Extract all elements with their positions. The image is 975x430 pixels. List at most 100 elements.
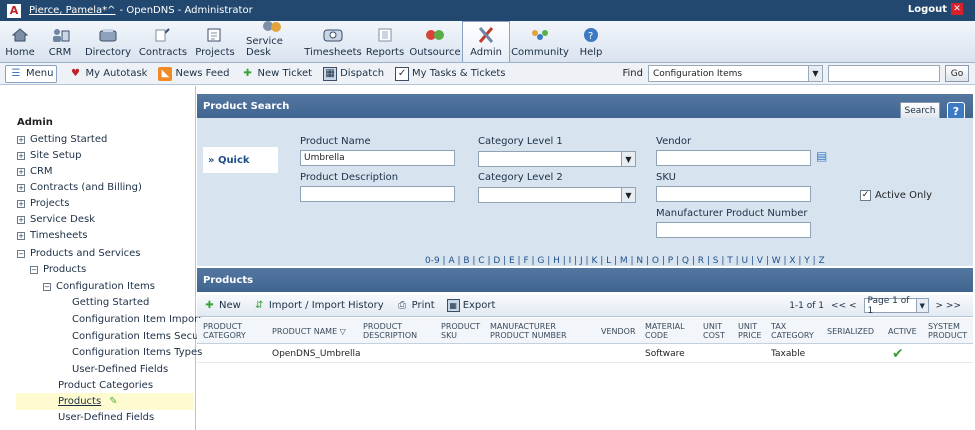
sidebar-heading: Admin xyxy=(17,117,53,128)
module-label: Outsource xyxy=(409,47,461,58)
directory-icon xyxy=(97,25,119,45)
category2-select[interactable]: ▼ xyxy=(478,187,636,203)
sidebar-item-label: Site Setup xyxy=(30,150,82,161)
sidebar-item-ci-import[interactable]: Configuration Item Import xyxy=(72,314,202,325)
col-material-code[interactable]: MATERIAL CODE xyxy=(645,322,685,340)
col-tax-category[interactable]: TAX CATEGORY xyxy=(771,322,814,340)
chevron-down-icon: ▼ xyxy=(621,188,635,202)
sidebar-item-products-group[interactable]: − Products xyxy=(30,264,86,275)
vendor-lookup-icon[interactable]: ▤ xyxy=(816,149,827,163)
cell-product-name[interactable]: OpenDNS_Umbrella xyxy=(272,349,361,359)
sidebar-item-timesheets[interactable]: + Timesheets xyxy=(17,230,87,241)
sidebar-item-ci-security[interactable]: Configuration Items Security xyxy=(72,331,215,342)
new-button[interactable]: ✚ New xyxy=(203,299,241,312)
col-vendor[interactable]: VENDOR xyxy=(601,327,636,336)
sidebar-item-contracts[interactable]: + Contracts (and Billing) xyxy=(17,182,142,193)
community-icon xyxy=(529,25,551,45)
module-contracts[interactable]: Contracts xyxy=(136,21,190,62)
sidebar-item-products[interactable]: Products ✎ xyxy=(16,393,194,410)
col-product-category[interactable]: PRODUCT CATEGORY xyxy=(203,322,246,340)
col-label: UNIT xyxy=(738,322,758,331)
sidebar-item-projects[interactable]: + Projects xyxy=(17,198,69,209)
col-product-name[interactable]: PRODUCT NAME ▽ xyxy=(272,327,346,336)
find-input[interactable] xyxy=(828,65,940,82)
alphabet-filter[interactable]: 0-9 | A | B | C | D | E | F | G | H | I … xyxy=(425,256,825,266)
chevron-down-icon: ▼ xyxy=(915,299,928,312)
module-crm[interactable]: CRM xyxy=(40,21,80,62)
news-feed-label: News Feed xyxy=(175,68,230,79)
import-button[interactable]: ⇵ Import / Import History xyxy=(253,299,384,312)
table-row[interactable]: OpenDNS_Umbrella Software Taxable ✔ xyxy=(197,345,973,363)
sidebar-item-crm[interactable]: + CRM xyxy=(17,166,53,177)
sidebar-item-product-categories[interactable]: Product Categories xyxy=(58,380,153,391)
printer-icon: ⎙ xyxy=(398,300,407,311)
module-timesheets[interactable]: Timesheets xyxy=(304,21,362,62)
col-label: DESCRIPTION xyxy=(363,331,418,340)
expand-icon: + xyxy=(17,135,25,144)
go-button[interactable]: Go xyxy=(945,65,969,82)
sidebar-item-site-setup[interactable]: + Site Setup xyxy=(17,150,81,161)
col-product-description[interactable]: PRODUCT DESCRIPTION xyxy=(363,322,417,340)
news-feed-link[interactable]: ◣ News Feed xyxy=(158,66,230,81)
menu-button[interactable]: ☰ Menu xyxy=(5,64,58,83)
tasks-icon: ✓ xyxy=(395,66,410,81)
col-unit-cost[interactable]: UNIT COST xyxy=(703,322,725,340)
toolbar: ☰ Menu ♥ My Autotask ◣ News Feed ✚ New T… xyxy=(0,63,975,85)
export-button[interactable]: ▦ Export xyxy=(446,299,496,312)
sidebar-item-ci-types[interactable]: Configuration Items Types xyxy=(72,347,202,358)
sku-input[interactable] xyxy=(656,186,811,202)
col-unit-price[interactable]: UNIT PRICE xyxy=(738,322,761,340)
sidebar-item-label: Projects xyxy=(30,198,70,209)
mpn-input[interactable] xyxy=(656,222,811,238)
active-only-label: Active Only xyxy=(875,190,933,201)
next-page-button[interactable]: > >> xyxy=(936,301,961,311)
module-service-desk[interactable]: Service Desk xyxy=(240,21,304,62)
sidebar-item-products-services[interactable]: − Products and Services xyxy=(17,248,141,259)
product-name-input[interactable]: Umbrella xyxy=(300,150,455,166)
sidebar-item-ci-udf[interactable]: User-Defined Fields xyxy=(72,364,168,375)
module-directory[interactable]: Directory xyxy=(80,21,136,62)
col-serialized[interactable]: SERIALIZED xyxy=(827,327,874,336)
vendor-input[interactable] xyxy=(656,150,811,166)
product-description-input[interactable] xyxy=(300,186,455,202)
col-system-product[interactable]: SYSTEM PRODUCT xyxy=(928,322,967,340)
app-title: - OpenDNS - Administrator xyxy=(119,5,253,16)
new-ticket-link[interactable]: ✚ New Ticket xyxy=(241,67,313,81)
active-only-checkbox[interactable]: ✓ Active Only xyxy=(860,190,932,201)
category2-label: Category Level 2 xyxy=(478,172,563,183)
col-label: MANUFACTURER xyxy=(490,322,556,331)
new-ticket-label: New Ticket xyxy=(257,68,313,79)
sidebar-item-configuration-items[interactable]: − Configuration Items xyxy=(43,281,155,292)
export-label: Export xyxy=(462,300,496,311)
dispatch-link[interactable]: ▦ Dispatch xyxy=(323,66,384,81)
col-manufacturer-product-number[interactable]: MANUFACTURER PRODUCT NUMBER xyxy=(490,322,567,340)
quick-tab[interactable]: » Quick xyxy=(203,147,278,173)
page-value: Page 1 of 1 xyxy=(867,295,910,316)
module-help[interactable]: ? Help xyxy=(570,21,612,62)
col-label: MATERIAL xyxy=(645,322,685,331)
sidebar-item-udf[interactable]: User-Defined Fields xyxy=(58,412,154,423)
page-select[interactable]: Page 1 of 1 ▼ xyxy=(863,295,929,316)
edit-icon: ✎ xyxy=(109,396,118,407)
logout-button[interactable]: Logout ✕ xyxy=(908,3,963,15)
module-outsource[interactable]: Outsource xyxy=(408,21,462,62)
sidebar-item-ci-getting-started[interactable]: Getting Started xyxy=(72,297,149,308)
module-home[interactable]: Home xyxy=(0,21,40,62)
module-community[interactable]: Community xyxy=(510,21,570,62)
col-active[interactable]: ACTIVE xyxy=(888,327,917,336)
export-icon: ▦ xyxy=(446,299,460,312)
module-reports[interactable]: Reports xyxy=(362,21,408,62)
col-product-sku[interactable]: PRODUCT SKU xyxy=(441,322,480,340)
collapse-icon: − xyxy=(17,249,25,258)
sidebar-item-service-desk[interactable]: + Service Desk xyxy=(17,214,95,225)
category1-select[interactable]: ▼ xyxy=(478,151,636,167)
my-tasks-link[interactable]: ✓ My Tasks & Tickets xyxy=(395,66,506,81)
my-autotask-link[interactable]: ♥ My Autotask xyxy=(68,67,147,81)
print-button[interactable]: ⎙ Print xyxy=(396,299,435,312)
find-type-select[interactable]: Configuration Items ▼ xyxy=(648,65,823,82)
module-admin[interactable]: Admin xyxy=(462,21,510,62)
sidebar-item-getting-started[interactable]: + Getting Started xyxy=(17,134,107,145)
user-link[interactable]: Pierce, Pamela*^ xyxy=(29,5,116,16)
prev-page-button[interactable]: << < xyxy=(831,301,856,311)
module-projects[interactable]: Projects xyxy=(190,21,240,62)
